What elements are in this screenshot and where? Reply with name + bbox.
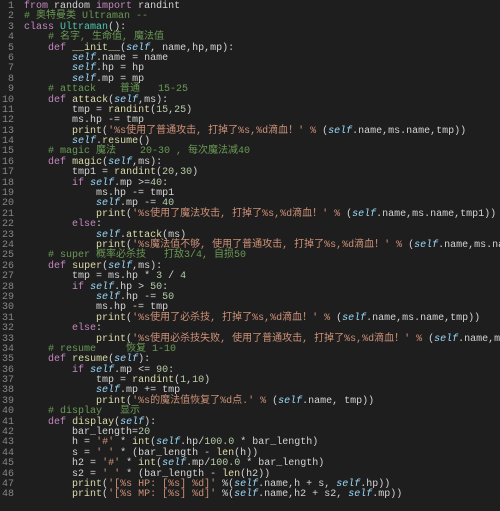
line-number: 48 [2, 490, 14, 500]
line-number: 9 [2, 85, 14, 95]
code-area[interactable]: from random import randint# 奥特曼类 Ultrama… [20, 0, 500, 501]
line-number: 32 [2, 324, 14, 334]
line-gutter: 1234567891011121314151617181920212223242… [0, 0, 20, 501]
code-editor[interactable]: 1234567891011121314151617181920212223242… [0, 0, 500, 501]
line-number: 4 [2, 33, 14, 43]
line-number: 27 [2, 272, 14, 282]
code-line[interactable]: print('[%s MP: [%s] %d]' %(self.name,h2 … [24, 490, 500, 500]
